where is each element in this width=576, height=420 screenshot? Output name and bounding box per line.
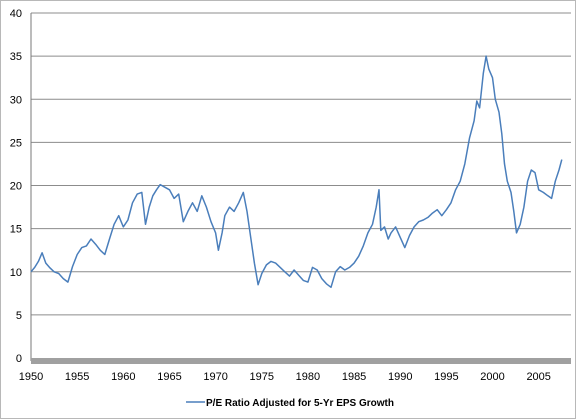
x-tick-label-1955: 1955 — [65, 371, 89, 383]
pe-ratio-line-chart: 0 5 10 15 20 25 30 35 40 1950 1955 1960 1965 1970 197… — [10, 8, 571, 409]
legend: P/E Ratio Adjusted for 5-Yr EPS Growth — [186, 398, 394, 409]
gridlines — [31, 12, 571, 316]
y-tick-label-25: 25 — [10, 137, 22, 149]
y-tick-label-10: 10 — [10, 267, 22, 279]
y-tick-label-30: 30 — [10, 94, 22, 106]
x-tick-label-1970: 1970 — [203, 371, 227, 383]
x-tick-label-1965: 1965 — [157, 371, 181, 383]
x-tick-label-2000: 2000 — [480, 371, 504, 383]
x-axis-tick-labels: 1950 1955 1960 1965 1970 1975 1980 1985 1990 1995… — [19, 371, 551, 383]
y-tick-label-0: 0 — [16, 353, 22, 365]
y-axis-tick-labels: 0 5 10 15 20 25 30 35 40 — [10, 8, 22, 365]
y-tick-label-40: 40 — [10, 8, 22, 20]
x-tick-label-1985: 1985 — [342, 371, 366, 383]
y-tick-label-35: 35 — [10, 51, 22, 63]
x-tick-label-1980: 1980 — [296, 371, 320, 383]
axes — [30, 13, 571, 364]
legend-label: P/E Ratio Adjusted for 5-Yr EPS Growth — [206, 398, 394, 409]
x-tick-label-1990: 1990 — [388, 371, 412, 383]
x-tick-label-1950: 1950 — [19, 371, 43, 383]
x-tick-label-2005: 2005 — [526, 371, 550, 383]
chart-frame: 0 5 10 15 20 25 30 35 40 1950 1955 1960 1965 1970 197… — [0, 0, 576, 419]
x-tick-label-1995: 1995 — [434, 371, 458, 383]
x-tick-label-1960: 1960 — [111, 371, 135, 383]
y-tick-label-5: 5 — [16, 310, 22, 322]
x-axis-band — [31, 358, 571, 364]
y-tick-label-20: 20 — [10, 181, 22, 193]
x-tick-label-1975: 1975 — [250, 371, 274, 383]
series-line-0 — [30, 55, 563, 289]
series-group — [30, 55, 563, 289]
y-tick-label-15: 15 — [10, 224, 22, 236]
